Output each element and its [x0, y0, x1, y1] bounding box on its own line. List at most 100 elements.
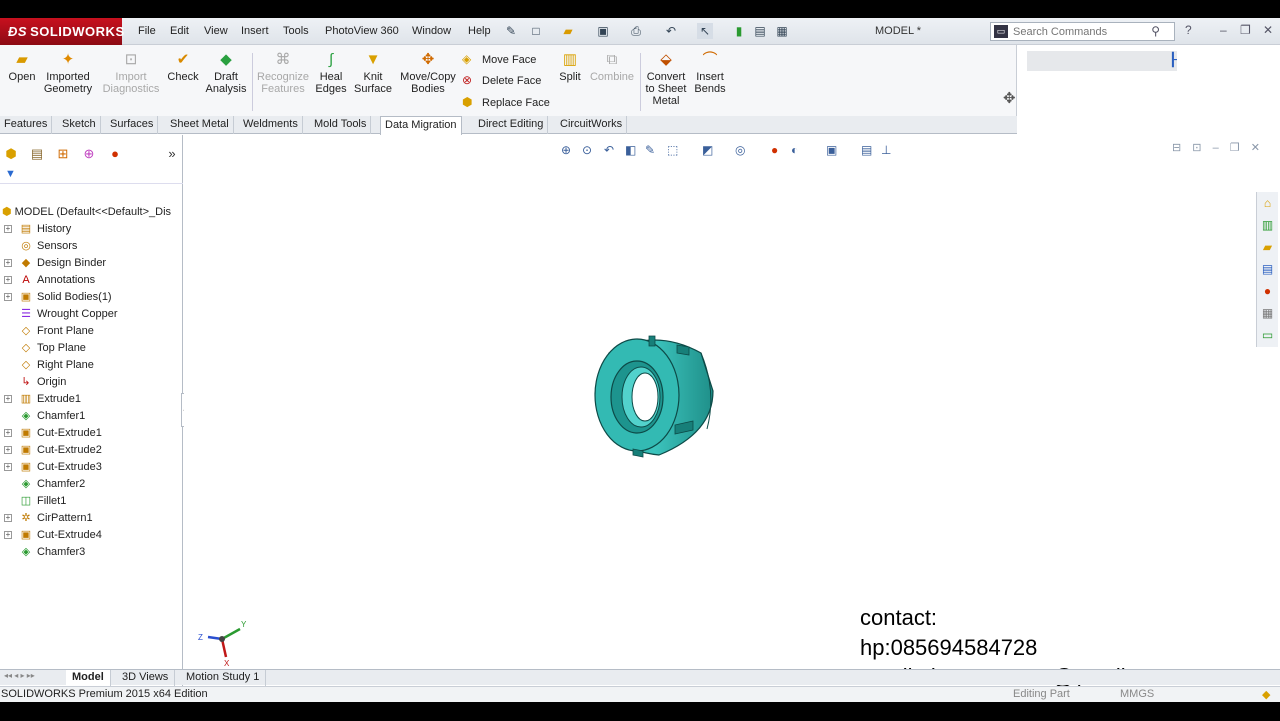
help-icon[interactable]: ? — [1185, 23, 1192, 37]
viewport-restore-icon[interactable]: ❐ — [1230, 142, 1240, 154]
move-copy-bodies-button[interactable]: ✥ Move/Copy Bodies — [398, 51, 458, 95]
menu-window[interactable]: Window — [412, 25, 451, 37]
graphics-area[interactable]: ⊕ ⊙ ↶ ◧ ✎ ⬚ ◩ ◎ ● ◐ ▣ ▤ ⊥ ⊟ ⊡ ‒ ❐ ✕ — [184, 135, 1280, 688]
design-library-icon[interactable]: ▥ — [1257, 214, 1278, 236]
tab-weldments[interactable]: Weldments — [239, 116, 303, 134]
new-document-icon[interactable]: □ — [528, 23, 544, 39]
search-icon[interactable]: ⚲ — [1151, 24, 1160, 38]
status-rebuild-icon[interactable]: ◆ — [1262, 688, 1270, 701]
tree-layout-icon[interactable]: ┠ — [1169, 52, 1177, 68]
tab-mold-tools[interactable]: Mold Tools — [310, 116, 371, 134]
file-explorer-icon[interactable]: ▰ — [1257, 236, 1278, 258]
expand-icon[interactable]: + — [4, 225, 12, 233]
zoom-to-fit-icon[interactable]: ⊕ — [561, 143, 571, 157]
file-properties-icon[interactable]: ▤ — [752, 23, 768, 39]
viewport-minimize-icon[interactable]: ‒ — [1213, 142, 1219, 154]
delete-face-button[interactable]: ⊗Delete Face — [462, 73, 541, 87]
zoom-to-area-icon[interactable]: ⊙ — [582, 143, 592, 157]
combine-button[interactable]: ⧉ Combine — [589, 51, 635, 83]
tab-scroll-arrows-icon[interactable]: ◂◂ ◂ ▸ ▸▸ — [4, 671, 35, 680]
expand-icon[interactable]: + — [4, 395, 12, 403]
tree-item-solid-bodies-1-[interactable]: +▣Solid Bodies(1) — [0, 289, 183, 306]
expand-icon[interactable]: + — [4, 446, 12, 454]
feature-manager-tab-icon[interactable]: ⬢ — [1, 145, 21, 163]
move-face-button[interactable]: ◈Move Face — [462, 52, 536, 66]
undo-icon[interactable]: ↶ — [663, 23, 679, 39]
solidworks-forum-icon[interactable]: ▭ — [1257, 324, 1278, 346]
restore-icon[interactable]: ❐ — [1240, 23, 1251, 37]
tree-item-cut-extrude1[interactable]: +▣Cut-Extrude1 — [0, 425, 183, 442]
select-pointer-icon[interactable]: ↖ — [697, 23, 713, 39]
menu-photoview[interactable]: PhotoView 360 — [325, 25, 399, 37]
display-style-icon[interactable]: ◩ — [702, 143, 713, 157]
tree-item-chamfer2[interactable]: ◈Chamfer2 — [0, 476, 183, 493]
search-input[interactable] — [1013, 25, 1148, 39]
status-units[interactable]: MMGS — [1120, 688, 1154, 700]
tree-item-cut-extrude2[interactable]: +▣Cut-Extrude2 — [0, 442, 183, 459]
tree-item-chamfer1[interactable]: ◈Chamfer1 — [0, 408, 183, 425]
dynamic-annotation-icon[interactable]: ✎ — [645, 143, 655, 157]
knit-surface-button[interactable]: ▼ Knit Surface — [353, 51, 393, 95]
dimxpert-manager-tab-icon[interactable]: ⊕ — [79, 145, 99, 163]
tab-sketch[interactable]: Sketch — [58, 116, 101, 134]
tree-item-annotations[interactable]: +AAnnotations — [0, 272, 183, 289]
heal-edges-button[interactable]: ∫ Heal Edges — [315, 51, 347, 95]
model-part-collet-nut[interactable] — [589, 331, 719, 461]
rebuild-icon[interactable]: ▮ — [731, 23, 747, 39]
filter-icon[interactable]: ▼ — [5, 168, 16, 180]
recognize-features-button[interactable]: ⌘ Recognize Features — [256, 51, 310, 95]
solidworks-logo[interactable]: ƉSSOLIDWORKS — [0, 18, 122, 45]
expand-icon[interactable]: + — [4, 429, 12, 437]
tree-item-top-plane[interactable]: ◇Top Plane — [0, 340, 183, 357]
property-manager-tab-icon[interactable]: ▤ — [27, 145, 47, 163]
convert-to-sheet-metal-button[interactable]: ⬙ Convert to Sheet Metal — [643, 51, 689, 107]
tree-item-design-binder[interactable]: +◆Design Binder — [0, 255, 183, 272]
options-icon[interactable]: ▦ — [774, 23, 790, 39]
tree-item-cut-extrude4[interactable]: +▣Cut-Extrude4 — [0, 527, 183, 544]
tree-item-chamfer3[interactable]: ◈Chamfer3 — [0, 544, 183, 561]
expand-icon[interactable]: + — [4, 259, 12, 267]
open-folder-icon[interactable]: ▰ — [560, 23, 576, 39]
insert-bends-button[interactable]: ⌒ Insert Bends — [692, 51, 728, 95]
viewport-split-icon[interactable]: ⊡ — [1192, 142, 1201, 154]
solidworks-resources-icon[interactable]: ⌂ — [1257, 192, 1278, 214]
tab-surfaces[interactable]: Surfaces — [106, 116, 158, 134]
edit-appearance-icon[interactable]: ● — [771, 143, 778, 157]
print-icon[interactable]: ⎙ — [628, 23, 644, 39]
minimize-icon[interactable]: ‒ — [1220, 23, 1227, 37]
tree-item-origin[interactable]: ↳Origin — [0, 374, 183, 391]
viewport-close-icon[interactable]: ✕ — [1251, 142, 1260, 154]
apply-scene-icon[interactable]: ◐ — [791, 143, 798, 157]
tree-item-cut-extrude3[interactable]: +▣Cut-Extrude3 — [0, 459, 183, 476]
menu-view[interactable]: View — [204, 25, 228, 37]
tab-sheet-metal[interactable]: Sheet Metal — [166, 116, 234, 134]
viewport-tile-icon[interactable]: ⊟ — [1172, 142, 1181, 154]
menu-edit[interactable]: Edit — [170, 25, 189, 37]
display-manager-tab-icon[interactable]: ● — [105, 145, 125, 163]
replace-face-button[interactable]: ⬢Replace Face — [462, 95, 550, 109]
tree-item-wrought-copper[interactable]: ☰Wrought Copper — [0, 306, 183, 323]
import-diagnostics-button[interactable]: ⊡ Import Diagnostics — [100, 51, 162, 95]
configuration-manager-tab-icon[interactable]: ⊞ — [53, 145, 73, 163]
previous-view-icon[interactable]: ↶ — [604, 143, 614, 157]
section-view-icon[interactable]: ◧ — [625, 143, 636, 157]
mini-toolbar[interactable]: ┠ — [1027, 51, 1177, 71]
menu-file[interactable]: File — [138, 25, 156, 37]
tree-item-history[interactable]: +▤History — [0, 221, 183, 238]
expand-icon[interactable]: + — [4, 463, 12, 471]
tab-circuitworks[interactable]: CircuitWorks — [556, 116, 627, 134]
triad-icon[interactable]: ⊥ — [881, 143, 891, 157]
imported-geometry-button[interactable]: ✦ Imported Geometry — [42, 51, 94, 95]
tab-direct-editing[interactable]: Direct Editing — [474, 116, 548, 134]
menu-insert[interactable]: Insert — [241, 25, 269, 37]
view-palette-icon[interactable]: ▤ — [1257, 258, 1278, 280]
tab-data-migration[interactable]: Data Migration — [380, 116, 462, 135]
menu-tools[interactable]: Tools — [283, 25, 309, 37]
check-button[interactable]: ✔ Check — [166, 51, 200, 83]
view-settings-icon[interactable]: ▣ — [826, 143, 837, 157]
close-icon[interactable]: ✕ — [1263, 23, 1273, 37]
menu-help[interactable]: Help — [468, 25, 491, 37]
tree-item-cirpattern1[interactable]: +✲CirPattern1 — [0, 510, 183, 527]
tree-root[interactable]: ⬢MODEL (Default<<Default>_Dis — [2, 205, 171, 218]
pin-icon[interactable]: ✎ — [503, 23, 519, 39]
